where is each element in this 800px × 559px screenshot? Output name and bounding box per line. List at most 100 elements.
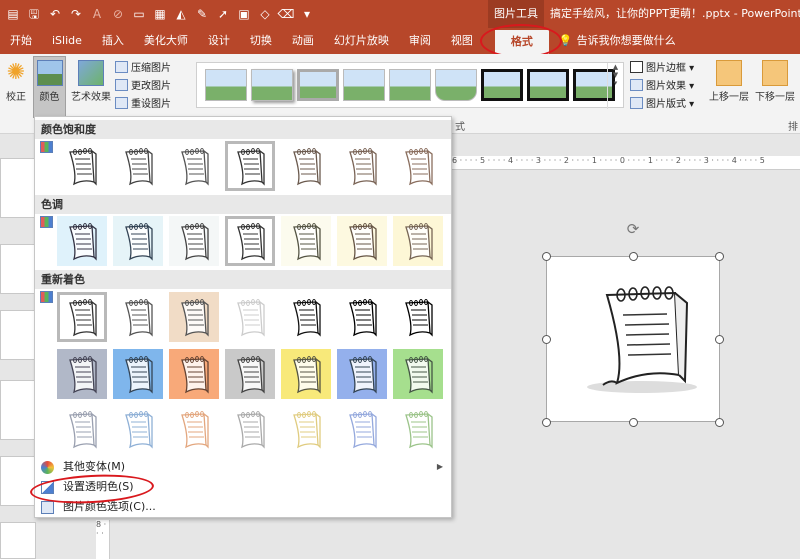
color-option-swatch[interactable] (57, 216, 107, 266)
color-option-swatch[interactable] (57, 292, 107, 342)
tab-beautify[interactable]: 美化大师 (134, 28, 198, 54)
quick-access-menu-icon[interactable]: ▤ (4, 5, 22, 23)
tab-design[interactable]: 设计 (198, 28, 240, 54)
tab-home[interactable]: 开始 (0, 28, 42, 54)
resize-handle[interactable] (542, 418, 551, 427)
undo-icon[interactable]: ↶ (46, 5, 64, 23)
color-option-swatch[interactable] (393, 349, 443, 399)
tab-view[interactable]: 视图 (441, 28, 483, 54)
picture-style-5[interactable] (389, 69, 431, 101)
disabled-icon: ⊘ (112, 7, 124, 21)
color-option-swatch[interactable] (225, 292, 275, 342)
customize-icon[interactable]: ▾ (298, 5, 316, 23)
textbox-icon[interactable]: ▣ (235, 5, 253, 23)
color-option-swatch[interactable] (113, 404, 163, 454)
tab-slideshow[interactable]: 幻灯片放映 (324, 28, 399, 54)
color-option-swatch[interactable] (57, 141, 107, 191)
tab-review[interactable]: 审阅 (399, 28, 441, 54)
color-option-swatch[interactable] (113, 216, 163, 266)
picture-style-8[interactable] (527, 69, 569, 101)
resize-handle[interactable] (542, 335, 551, 344)
picture-style-6[interactable] (435, 69, 477, 101)
color-option-swatch[interactable] (225, 404, 275, 454)
corrections-button[interactable]: ✺ 校正 (2, 60, 30, 103)
tab-transitions[interactable]: 切换 (240, 28, 282, 54)
slide-thumbnail[interactable] (0, 522, 36, 559)
color-option-swatch[interactable] (281, 404, 331, 454)
resize-handle[interactable] (715, 335, 724, 344)
rotate-handle-icon[interactable]: ⟳ (624, 220, 642, 238)
color-option-swatch[interactable] (337, 292, 387, 342)
compress-pictures-button[interactable]: 压缩图片 (115, 60, 171, 77)
color-option-swatch[interactable] (113, 292, 163, 342)
picture-layout-button[interactable]: 图片版式 ▾ (630, 96, 694, 113)
slide-thumbnail[interactable] (0, 158, 36, 218)
color-option-swatch[interactable] (281, 141, 331, 191)
color-option-swatch[interactable] (281, 349, 331, 399)
resize-handle[interactable] (629, 252, 638, 261)
color-option-swatch[interactable] (169, 404, 219, 454)
color-option-swatch[interactable] (393, 292, 443, 342)
send-backward-label: 下移一层 (755, 92, 795, 103)
color-option-swatch[interactable] (169, 349, 219, 399)
redo-icon[interactable]: ↷ (67, 5, 85, 23)
picture-style-3[interactable] (297, 69, 339, 101)
color-option-swatch[interactable] (113, 141, 163, 191)
slide-thumbnail[interactable] (0, 244, 36, 294)
eraser-icon[interactable]: ⌫ (277, 5, 295, 23)
color-option-swatch[interactable] (281, 216, 331, 266)
tab-islide[interactable]: iSlide (42, 28, 92, 54)
resize-handle[interactable] (542, 252, 551, 261)
picture-style-2[interactable] (251, 69, 293, 101)
font-color-icon[interactable]: A (88, 5, 106, 23)
color-option-swatch[interactable] (225, 141, 275, 191)
picture-style-7[interactable] (481, 69, 523, 101)
color-option-swatch[interactable] (281, 292, 331, 342)
color-option-swatch[interactable] (225, 216, 275, 266)
resize-handle[interactable] (715, 418, 724, 427)
color-option-swatch[interactable] (113, 349, 163, 399)
picture-style-1[interactable] (205, 69, 247, 101)
color-option-swatch[interactable] (337, 349, 387, 399)
color-option-swatch[interactable] (337, 404, 387, 454)
artistic-effects-button[interactable]: 艺术效果 (70, 60, 112, 103)
color-option-swatch[interactable] (393, 216, 443, 266)
resize-handle[interactable] (629, 418, 638, 427)
cursor-icon[interactable]: ➚ (214, 5, 232, 23)
change-picture-button[interactable]: 更改图片 (115, 78, 171, 95)
tab-animations[interactable]: 动画 (282, 28, 324, 54)
bring-forward-button[interactable]: 上移一层 (706, 60, 752, 103)
color-option-swatch[interactable] (337, 141, 387, 191)
picture-effects-button[interactable]: 图片效果 ▾ (630, 78, 694, 95)
save-icon[interactable]: 🖫 (25, 5, 43, 23)
slide-thumbnail[interactable] (0, 380, 36, 440)
slide-thumbnail[interactable] (0, 456, 36, 506)
color-option-swatch[interactable] (57, 404, 107, 454)
color-option-swatch[interactable] (225, 349, 275, 399)
send-backward-button[interactable]: 下移一层 (752, 60, 798, 103)
reset-picture-button[interactable]: 重设图片 (115, 96, 171, 113)
picture-style-4[interactable] (343, 69, 385, 101)
color-option-swatch[interactable] (169, 216, 219, 266)
selected-notepad-picture[interactable] (546, 256, 720, 422)
gallery-scroll[interactable]: ▲ ▼ ▾ (607, 63, 623, 109)
brush-icon[interactable]: ✎ (193, 5, 211, 23)
shapes-icon[interactable]: ◇ (256, 5, 274, 23)
tell-me-box[interactable]: 告诉我你想要做什么 (573, 28, 676, 54)
tab-insert[interactable]: 插入 (92, 28, 134, 54)
color-option-swatch[interactable] (169, 292, 219, 342)
document-title: 搞定手绘风，让你的PPT更萌！.pptx - PowerPoint (550, 7, 800, 20)
color-button[interactable]: 颜色 (33, 56, 66, 118)
shape-fill-icon[interactable]: ◭ (172, 5, 190, 23)
resize-handle[interactable] (715, 252, 724, 261)
slide-thumbnail[interactable] (0, 310, 36, 360)
color-option-swatch[interactable] (57, 349, 107, 399)
color-option-swatch[interactable] (393, 404, 443, 454)
color-option-swatch[interactable] (393, 141, 443, 191)
layout-icon[interactable]: ▭ (130, 5, 148, 23)
artistic-effects-icon (78, 60, 104, 86)
color-option-swatch[interactable] (169, 141, 219, 191)
color-option-swatch[interactable] (337, 216, 387, 266)
table-icon[interactable]: ▦ (151, 5, 169, 23)
picture-border-button[interactable]: 图片边框 ▾ (630, 60, 694, 77)
